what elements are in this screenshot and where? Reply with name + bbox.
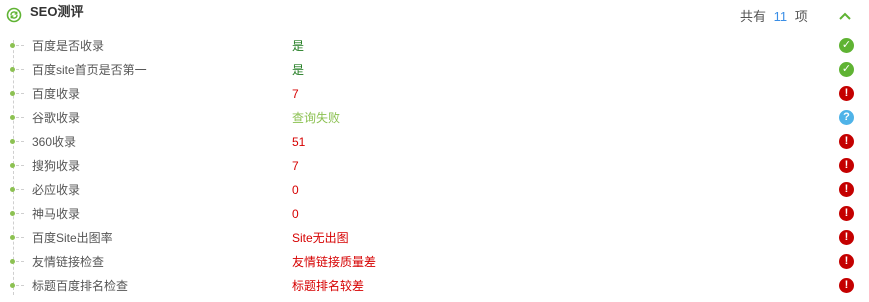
bullet-dot-icon xyxy=(10,259,15,264)
check-label: 百度收录 xyxy=(32,87,81,101)
tree-branch xyxy=(16,285,24,286)
error-circle-icon: ! xyxy=(839,230,854,245)
check-label: 标题百度排名检查 xyxy=(32,279,129,293)
check-value: 51 xyxy=(292,135,306,149)
list-item: 神马收录 0! xyxy=(0,202,869,226)
tree-branch xyxy=(16,93,24,94)
check-value: 查询失败 xyxy=(292,111,341,125)
check-value: 7 xyxy=(292,87,299,101)
list-item: 360收录 51! xyxy=(0,130,869,154)
tree-branch xyxy=(16,213,24,214)
error-circle-icon: ! xyxy=(839,254,854,269)
check-circle-icon: ✓ xyxy=(839,38,854,53)
check-value: 是 xyxy=(292,63,305,77)
check-label: 百度Site出图率 xyxy=(32,231,113,245)
bullet-dot-icon xyxy=(10,163,15,168)
tree-branch xyxy=(16,189,24,190)
error-circle-icon: ! xyxy=(839,206,854,221)
check-label: 百度是否收录 xyxy=(32,39,105,53)
check-label: 谷歌收录 xyxy=(32,111,81,125)
bullet-dot-icon xyxy=(10,91,15,96)
list-item: 百度收录 7! xyxy=(0,82,869,106)
count-value: 11 xyxy=(773,9,788,24)
list-item: 必应收录 0! xyxy=(0,178,869,202)
check-value: 0 xyxy=(292,183,299,197)
tree-branch xyxy=(16,45,24,46)
bullet-dot-icon xyxy=(10,115,15,120)
list-item: 标题百度排名检查 标题排名较差! xyxy=(0,274,869,298)
bullet-dot-icon xyxy=(10,211,15,216)
check-value: 0 xyxy=(292,207,299,221)
chevron-up-icon[interactable] xyxy=(836,8,854,24)
list-item: 搜狗收录 7! xyxy=(0,154,869,178)
list-item: 谷歌收录 查询失败? xyxy=(0,106,869,130)
list-item: 百度是否收录 是 ✓ xyxy=(0,34,869,58)
tree-branch xyxy=(16,117,24,118)
seo-report-header: SEO测评 共有 11 项 xyxy=(0,0,869,30)
tree-branch xyxy=(16,261,24,262)
check-label: 百度site首页是否第一 xyxy=(32,63,147,77)
check-label: 360收录 xyxy=(32,135,77,149)
list-item: 百度site首页是否第一 是 ✓ xyxy=(0,58,869,82)
check-label: 友情链接检查 xyxy=(32,255,105,269)
error-circle-icon: ! xyxy=(839,182,854,197)
section-title: SEO测评 xyxy=(30,4,84,19)
bullet-dot-icon xyxy=(10,139,15,144)
check-value: 标题排名较差 xyxy=(292,279,365,293)
bullet-dot-icon xyxy=(10,67,15,72)
count-suffix: 项 xyxy=(794,9,808,24)
tree-branch xyxy=(16,237,24,238)
error-circle-icon: ! xyxy=(839,278,854,293)
check-value: 是 xyxy=(292,39,305,53)
error-circle-icon: ! xyxy=(839,86,854,101)
item-count: 共有 11 项 xyxy=(740,9,808,25)
question-circle-icon: ? xyxy=(839,110,854,125)
bullet-dot-icon xyxy=(10,187,15,192)
count-prefix: 共有 xyxy=(740,9,767,24)
check-circle-icon: ✓ xyxy=(839,62,854,77)
list-item: 百度Site出图率 Site无出图! xyxy=(0,226,869,250)
check-value: 7 xyxy=(292,159,299,173)
refresh-circle-icon xyxy=(6,7,22,23)
check-label: 搜狗收录 xyxy=(32,159,81,173)
bullet-dot-icon xyxy=(10,43,15,48)
error-circle-icon: ! xyxy=(839,134,854,149)
bullet-dot-icon xyxy=(10,283,15,288)
tree-branch xyxy=(16,165,24,166)
list-item: 友情链接检查 友情链接质量差! xyxy=(0,250,869,274)
tree-branch xyxy=(16,141,24,142)
tree-branch xyxy=(16,69,24,70)
bullet-dot-icon xyxy=(10,235,15,240)
error-circle-icon: ! xyxy=(839,158,854,173)
check-value: 友情链接质量差 xyxy=(292,255,377,269)
check-label: 神马收录 xyxy=(32,207,81,221)
check-label: 必应收录 xyxy=(32,183,81,197)
check-value: Site无出图 xyxy=(292,231,349,245)
